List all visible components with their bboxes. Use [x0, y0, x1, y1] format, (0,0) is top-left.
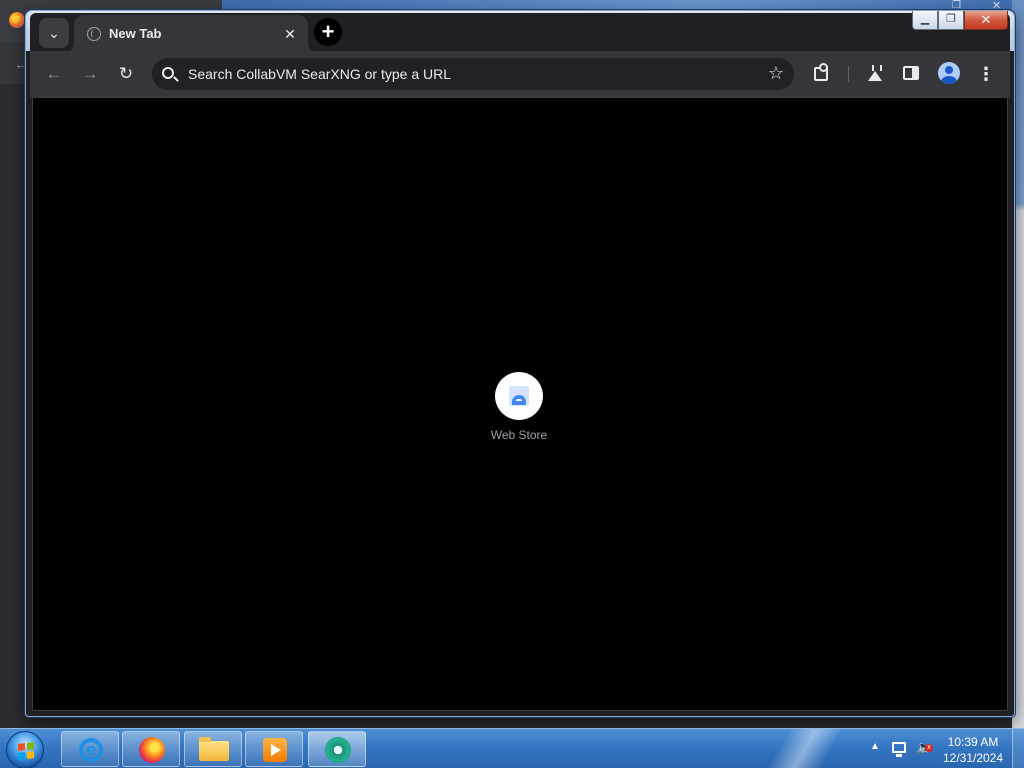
- tab-strip: ⌄ New Tab ✕ +: [30, 13, 1010, 53]
- toolbar-divider: [848, 66, 849, 82]
- windows-logo-icon: [18, 742, 34, 760]
- taskbar-browser[interactable]: [308, 731, 366, 767]
- browser-toolbar: ← → ↻ Search CollabVM SearXNG or type a …: [30, 51, 1010, 97]
- globe-icon: [87, 27, 101, 41]
- taskbar-highlight: [760, 729, 850, 768]
- new-tab-button[interactable]: +: [314, 18, 342, 46]
- taskbar: e ▲ 🔈x 10:39 AM 12/31/2024: [0, 728, 1024, 768]
- taskbar-file-explorer[interactable]: [184, 731, 242, 767]
- web-store-icon: [509, 386, 529, 406]
- back-arrow-icon: ←: [45, 64, 63, 83]
- media-player-icon: [263, 738, 287, 762]
- side-panel-icon[interactable]: [903, 66, 919, 80]
- close-window-button[interactable]: ✕: [964, 11, 1008, 30]
- shortcut-label: Web Store: [490, 428, 548, 442]
- forward-button[interactable]: →: [76, 60, 104, 88]
- bookmark-star-icon[interactable]: ☆: [768, 63, 784, 84]
- tab-title: New Tab: [109, 26, 162, 41]
- more-menu-icon[interactable]: ⋮: [972, 60, 1000, 88]
- window-controls: ▁ ❐ ✕: [912, 11, 1008, 31]
- extensions-icon[interactable]: [814, 63, 828, 81]
- profile-avatar-icon[interactable]: [938, 62, 960, 84]
- address-bar-placeholder[interactable]: Search CollabVM SearXNG or type a URL: [188, 66, 451, 82]
- taskbar-media-player[interactable]: [245, 731, 303, 767]
- plus-icon: +: [321, 19, 335, 44]
- mute-badge-icon: x: [925, 744, 933, 752]
- taskbar-internet-explorer[interactable]: e: [61, 731, 119, 767]
- internet-explorer-icon: e: [79, 738, 103, 762]
- show-desktop-button[interactable]: [1012, 729, 1024, 768]
- browser-window: ⌄ New Tab ✕ + ▁ ❐ ✕ ← → ↻ Search CollabV…: [25, 10, 1015, 717]
- forward-arrow-icon: →: [81, 64, 99, 83]
- volume-muted-icon[interactable]: 🔈x: [916, 739, 933, 756]
- firefox-icon: [9, 12, 25, 28]
- reload-icon: ↻: [118, 64, 134, 83]
- clock-time: 10:39 AM: [947, 735, 999, 749]
- background-window-toolbar: ←: [0, 42, 28, 84]
- reload-button[interactable]: ↻: [112, 60, 140, 88]
- network-icon[interactable]: [892, 742, 906, 757]
- browser-icon: [325, 737, 351, 763]
- show-hidden-icons-icon[interactable]: ▲: [870, 741, 880, 752]
- chevron-down-icon: ⌄: [48, 25, 60, 41]
- start-button[interactable]: [6, 731, 44, 768]
- shortcut-web-store[interactable]: Web Store: [469, 362, 569, 452]
- shortcut-tile[interactable]: [495, 372, 543, 420]
- new-tab-page: Web Store: [32, 97, 1008, 711]
- folder-icon: [199, 737, 229, 761]
- labs-flask-icon[interactable]: [868, 65, 882, 82]
- taskbar-firefox[interactable]: [122, 731, 180, 767]
- firefox-icon: [139, 737, 165, 763]
- system-clock[interactable]: 10:39 AM 12/31/2024: [936, 734, 1010, 766]
- back-button[interactable]: ←: [40, 60, 68, 88]
- close-tab-button[interactable]: ✕: [280, 24, 300, 44]
- tab-new-tab[interactable]: New Tab ✕: [74, 15, 308, 53]
- search-icon: [162, 67, 174, 79]
- maximize-button[interactable]: ❐: [938, 11, 964, 30]
- clock-date: 12/31/2024: [942, 751, 1004, 765]
- address-bar[interactable]: Search CollabVM SearXNG or type a URL ☆: [152, 58, 794, 90]
- minimize-button[interactable]: ▁: [912, 11, 938, 30]
